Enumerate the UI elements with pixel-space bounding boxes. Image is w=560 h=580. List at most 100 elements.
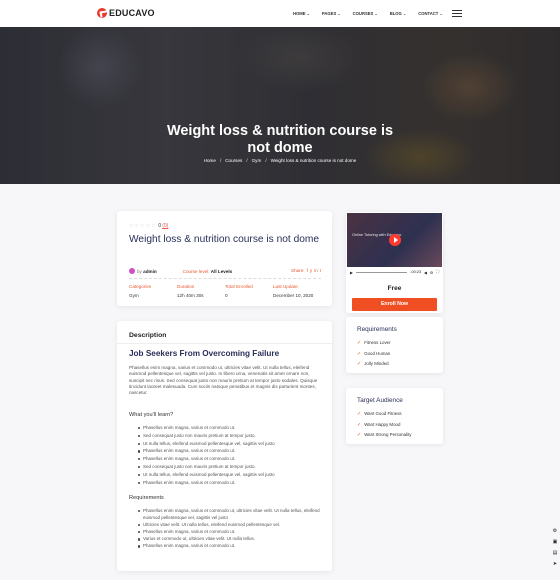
breadcrumb-courses[interactable]: Courses (225, 158, 242, 163)
video-time: -00:23 (410, 270, 421, 274)
list-item: Sed consequat justo non mauris pretium a… (138, 432, 323, 440)
settings-icon[interactable]: ⚙ (430, 270, 433, 275)
nav-label: PAGES (321, 11, 337, 16)
stat-value: 0 (225, 293, 228, 298)
author-name[interactable]: admin (143, 269, 157, 274)
course-level: Course level: All Levels (183, 269, 233, 274)
breadcrumb-home[interactable]: Home (204, 158, 216, 163)
learn-list: Phasellus enim magna, varius et commodo … (138, 424, 323, 487)
check-icon: ✓ (357, 432, 362, 438)
star-icon: ☆ (150, 223, 156, 229)
chevron-down-icon: ⌄ (402, 11, 407, 16)
check-icon: ✓ (357, 350, 362, 357)
author-label: by (137, 268, 142, 274)
floating-toolbar: ⚙ ▣ ▤ ➤ (550, 528, 560, 567)
settings-icon[interactable]: ⚙ (553, 528, 557, 534)
share-label: Share: (291, 268, 305, 273)
chevron-down-icon: ⌄ (374, 11, 378, 16)
chevron-down-icon: ⌄ (337, 11, 341, 16)
list-item: Phasellus enim magna, varius et commodo … (138, 447, 323, 455)
list-item: ✓ Good Human (357, 349, 391, 360)
play-icon[interactable] (389, 234, 401, 246)
description-heading: Description (129, 332, 167, 339)
list-item-label: Fitness Lover (364, 340, 391, 345)
share-links: Share: f y in t (291, 268, 321, 273)
stat-label: Duration (177, 284, 195, 289)
star-icon: ☆ (129, 223, 134, 229)
stat-value: 12h 40m 30s (177, 293, 204, 298)
breadcrumb-gym[interactable]: Gym (252, 158, 262, 163)
document-icon[interactable]: ▤ (553, 550, 558, 556)
stat-enrolled: Total Enrolled 0 (225, 284, 273, 298)
stat-last-update: Last Update December 10, 2020 (273, 284, 321, 298)
breadcrumb-separator: / (246, 158, 248, 163)
stat-categories: Categories Gym (129, 284, 177, 298)
logo[interactable]: EDUCAVO (97, 8, 155, 18)
list-item: Phasellus enim magna, varius et commodo … (138, 479, 323, 487)
divider (117, 343, 332, 344)
logo-text: EDUCAVO (109, 8, 155, 18)
check-icon: ✓ (357, 340, 362, 346)
avatar (129, 268, 135, 274)
course-stats: Categories Gym Duration 12h 40m 30s Total … (129, 284, 321, 298)
video-player[interactable]: Online Tutoring with Educavo (347, 213, 442, 267)
rating: ☆ ☆ ☆ ☆ ☆ 0 (0) (129, 223, 168, 229)
star-icon: ☆ (134, 223, 139, 229)
twitter-icon[interactable]: y (310, 268, 312, 273)
audience-list: ✓ Want Good Fitness ✓ Want Happy Mood ✓ Wan… (357, 409, 411, 441)
play-control-icon[interactable]: ▶ (350, 270, 353, 275)
list-item: Phasellus enim magna, varius et commodo … (138, 528, 323, 535)
course-purchase-card: Online Tutoring with Educavo ▶ -00:23 ◀ … (346, 212, 443, 313)
cart-icon[interactable]: ▣ (553, 539, 558, 545)
list-item-label: Want Happy Mood (364, 421, 401, 427)
page-title: Weight loss & nutrition course is not do… (0, 123, 560, 157)
page: EDUCAVO HOME⌄ PAGES⌄ COURSES⌄ BLOG⌄ CONT… (0, 0, 560, 580)
enroll-button[interactable]: Enroll Now (352, 298, 437, 311)
hamburger-icon[interactable] (452, 10, 462, 17)
fullscreen-icon[interactable]: ⛶ (436, 270, 439, 274)
rating-value: 0 (158, 223, 162, 229)
requirements-title: Requirements (129, 495, 164, 501)
facebook-icon[interactable]: f (307, 268, 308, 273)
star-icon: ☆ (139, 223, 145, 229)
video-progress[interactable] (355, 271, 408, 273)
list-item: ✓ Want Good Fitness (357, 409, 411, 420)
list-item: Phasellus enim magna, varius et commodo … (138, 542, 323, 549)
list-item: ✓ Fitness Lover (357, 338, 391, 349)
requirements-list: Phasellus enim magna, varius et commodo … (138, 507, 323, 550)
volume-icon[interactable]: ◀ (424, 270, 427, 275)
star-icon: ☆ (145, 223, 150, 229)
cursor-icon[interactable]: ➤ (553, 561, 557, 567)
nav-label: COURSES (352, 11, 374, 16)
audience-card-title: Target Audience (357, 397, 403, 404)
nav-item-pages[interactable]: PAGES⌄ (322, 11, 341, 16)
list-item: Ut nulla tellus, eleifend euismod pellen… (138, 440, 323, 448)
hero-banner: Weight loss & nutrition course is not do… (0, 27, 560, 184)
description-subheading: Job Seekers From Overcoming Failure (129, 349, 280, 358)
nav-item-home[interactable]: HOME⌄ (293, 11, 310, 16)
stat-value: Gym (129, 293, 139, 298)
review-count[interactable]: (0) (162, 223, 168, 229)
stat-label: Categories (129, 284, 152, 289)
stat-value: December 10, 2020 (273, 293, 314, 298)
course-info-card: ☆ ☆ ☆ ☆ ☆ 0 (0) Weight loss & nutrition cour… (117, 211, 332, 306)
tumblr-icon[interactable]: t (320, 268, 321, 273)
linkedin-icon[interactable]: in (314, 268, 318, 273)
stat-label: Last Update (273, 284, 298, 289)
video-controls: ▶ -00:23 ◀ ⚙ ⛶ (347, 267, 442, 277)
list-item: Varius et commodo ut, ultricies vitae ve… (138, 535, 323, 542)
chevron-down-icon: ⌄ (306, 11, 310, 16)
course-meta: by admin Course level: All Levels Share:… (129, 266, 321, 276)
check-icon: ✓ (357, 421, 362, 428)
list-item: Phasellus enim magna, varius et commodo … (138, 507, 323, 521)
check-icon: ✓ (357, 411, 362, 417)
nav-item-contact[interactable]: CONTACT⌄ (418, 11, 443, 16)
list-item: ✓ Jolly Minded (357, 359, 391, 370)
nav-label: BLOG (389, 11, 402, 16)
list-item-label: Jolly Minded (364, 361, 389, 366)
list-item: ✓ Want Strong Personality (357, 430, 411, 441)
page-title-line: not dome (247, 140, 313, 156)
nav-item-blog[interactable]: BLOG⌄ (390, 11, 406, 16)
nav-item-courses[interactable]: COURSES⌄ (353, 11, 378, 16)
list-item: Ut nulla tellus, eleifend euismod pellen… (138, 471, 323, 479)
